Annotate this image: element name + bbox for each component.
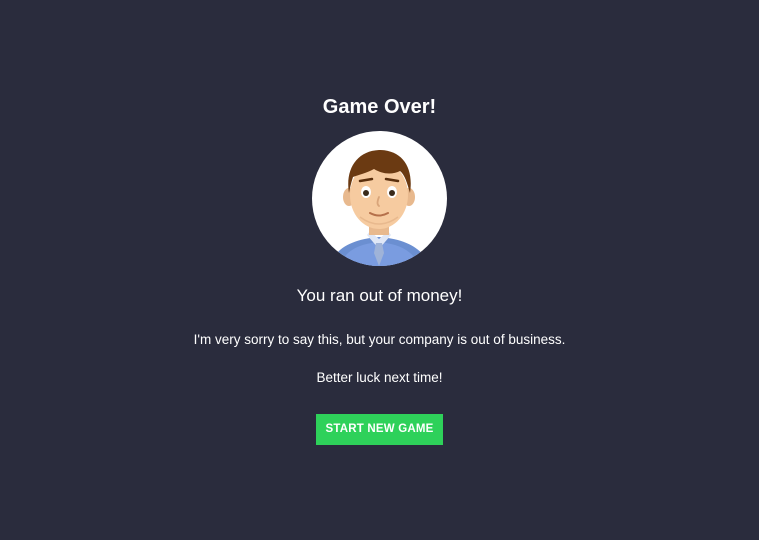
businessman-avatar-icon <box>312 131 447 266</box>
game-over-encouragement: Better luck next time! <box>316 370 443 385</box>
game-over-subtitle: You ran out of money! <box>296 286 463 305</box>
game-over-title: Game Over! <box>322 96 437 118</box>
game-over-screen: Game Over! You ran out of money! I'm ver… <box>0 0 759 540</box>
start-new-game-button[interactable]: START NEW GAME <box>316 414 443 445</box>
game-over-message: I'm very sorry to say this, but your com… <box>193 332 566 347</box>
game-over-dialog: Game Over! You ran out of money! I'm ver… <box>0 0 759 540</box>
